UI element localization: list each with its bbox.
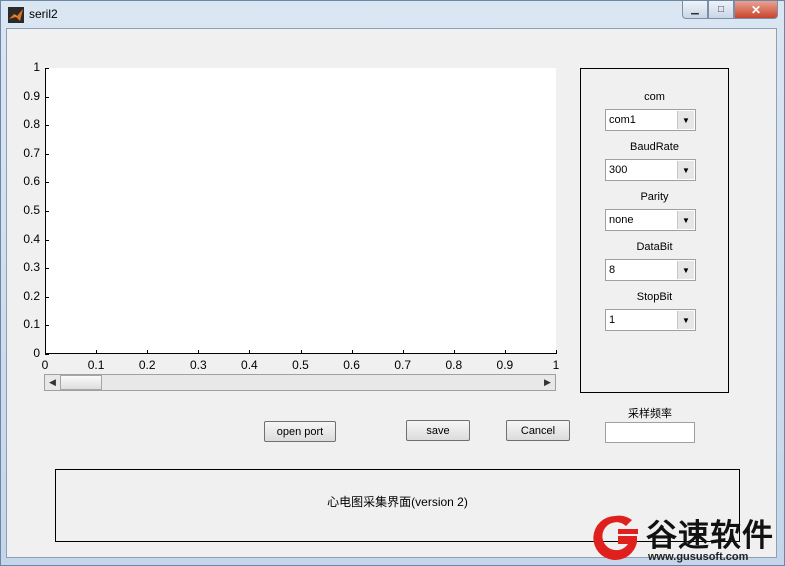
x-tick-mark	[96, 350, 98, 354]
y-tick-label: 0.8	[23, 117, 40, 132]
sampling-frequency-input[interactable]	[605, 422, 695, 443]
x-tick-mark	[147, 350, 149, 354]
x-tick-label: 0.5	[292, 358, 309, 372]
y-tick-label: 0.6	[23, 174, 40, 189]
y-tick-mark	[45, 268, 49, 270]
x-tick-label: 0.1	[87, 358, 105, 372]
com-label: com	[644, 91, 665, 103]
parity-value: none	[609, 214, 634, 226]
x-tick-label: 0	[41, 358, 49, 372]
matlab-icon	[8, 7, 24, 23]
x-tick-label: 0.8	[445, 358, 463, 372]
sampling-frequency-label: 采样频率	[628, 408, 672, 420]
stopbit-select[interactable]: 1 ▼	[605, 309, 696, 331]
y-tick-mark	[45, 325, 49, 327]
y-tick-label: 0.7	[23, 145, 40, 160]
x-tick-mark	[45, 350, 46, 354]
com-select[interactable]: com1 ▼	[605, 109, 696, 131]
com-value: com1	[609, 114, 636, 126]
y-tick-mark	[45, 182, 49, 184]
databit-label: DataBit	[636, 241, 673, 253]
y-tick-label: 0.5	[23, 203, 40, 217]
y-tick-mark	[45, 125, 49, 127]
y-tick-mark	[45, 96, 49, 98]
maximize-button[interactable]: □	[708, 1, 734, 19]
chevron-down-icon: ▼	[677, 211, 694, 229]
horizontal-scrollbar[interactable]: ◀ ▶	[44, 374, 556, 391]
x-tick-mark	[556, 350, 557, 354]
watermark: 谷速软件 www.gususoft.com	[588, 510, 785, 566]
window-title: seril2	[29, 7, 58, 21]
y-tick-mark	[45, 239, 49, 241]
chevron-down-icon: ▼	[677, 261, 694, 279]
footer-title: 心电图采集界面(version 2)	[327, 495, 468, 509]
stopbit-label: StopBit	[636, 291, 673, 303]
parity-select[interactable]: none ▼	[605, 209, 696, 231]
y-tick-label: 0.1	[23, 317, 40, 332]
y-tick-mark	[45, 68, 49, 69]
window-controls: ▁ □ ✕	[682, 1, 778, 20]
gusu-logo-icon	[593, 515, 638, 560]
databit-value: 8	[609, 264, 616, 276]
y-tick-mark	[45, 296, 49, 298]
x-tick-label: 0.4	[241, 358, 258, 372]
plot-axes	[45, 68, 556, 354]
y-tick-label: 0.2	[23, 288, 40, 303]
y-tick-label: 0.9	[23, 88, 40, 103]
chevron-down-icon: ▼	[677, 311, 694, 329]
serial-settings-panel: com com1 ▼ BaudRate 300 ▼ Parity none ▼ …	[580, 68, 729, 393]
watermark-name: 谷速软件	[646, 518, 774, 553]
parity-label: Parity	[640, 191, 669, 203]
x-tick-mark	[198, 350, 200, 354]
x-tick-label: 1	[552, 358, 560, 372]
baudrate-select[interactable]: 300 ▼	[605, 159, 696, 181]
save-button[interactable]: save	[406, 420, 470, 441]
x-tick-mark	[249, 350, 251, 354]
x-tick-mark	[351, 350, 353, 354]
x-tick-mark	[504, 350, 506, 354]
baudrate-label: BaudRate	[630, 141, 679, 153]
minimize-icon: ▁	[691, 4, 699, 15]
y-tick-mark	[45, 211, 49, 212]
x-tick-label: 0.3	[189, 358, 207, 372]
scroll-right-button[interactable]: ▶	[540, 375, 555, 390]
open-port-button[interactable]: open port	[264, 421, 336, 442]
right-arrow-icon: ▶	[544, 377, 551, 387]
databit-select[interactable]: 8 ▼	[605, 259, 696, 281]
minimize-button[interactable]: ▁	[682, 1, 708, 19]
y-tick-mark	[45, 153, 49, 155]
y-tick-label: 1	[33, 60, 40, 74]
close-button[interactable]: ✕	[734, 1, 778, 19]
y-tick-label: 0.3	[23, 260, 40, 275]
chevron-down-icon: ▼	[677, 111, 694, 129]
stopbit-value: 1	[609, 314, 616, 326]
y-tick-label: 0.4	[23, 231, 40, 246]
scroll-left-button[interactable]: ◀	[45, 375, 60, 390]
x-tick-mark	[300, 350, 302, 354]
x-tick-mark	[453, 350, 455, 354]
y-tick-mark	[45, 354, 49, 355]
left-arrow-icon: ◀	[49, 377, 56, 387]
x-tick-label: 0.2	[138, 358, 156, 372]
scroll-thumb[interactable]	[60, 375, 102, 390]
x-tick-label: 0.9	[496, 358, 514, 372]
title-bar[interactable]: seril2 ▁ □ ✕	[1, 1, 785, 29]
watermark-url: www.gususoft.com	[648, 551, 749, 563]
baudrate-value: 300	[609, 164, 628, 176]
close-icon: ✕	[750, 2, 762, 17]
chevron-down-icon: ▼	[677, 161, 694, 179]
x-tick-label: 0.7	[394, 358, 412, 372]
x-tick-mark	[402, 350, 404, 354]
maximize-icon: □	[717, 4, 725, 15]
x-tick-label: 0.6	[343, 358, 360, 372]
cancel-button[interactable]: Cancel	[506, 420, 570, 441]
